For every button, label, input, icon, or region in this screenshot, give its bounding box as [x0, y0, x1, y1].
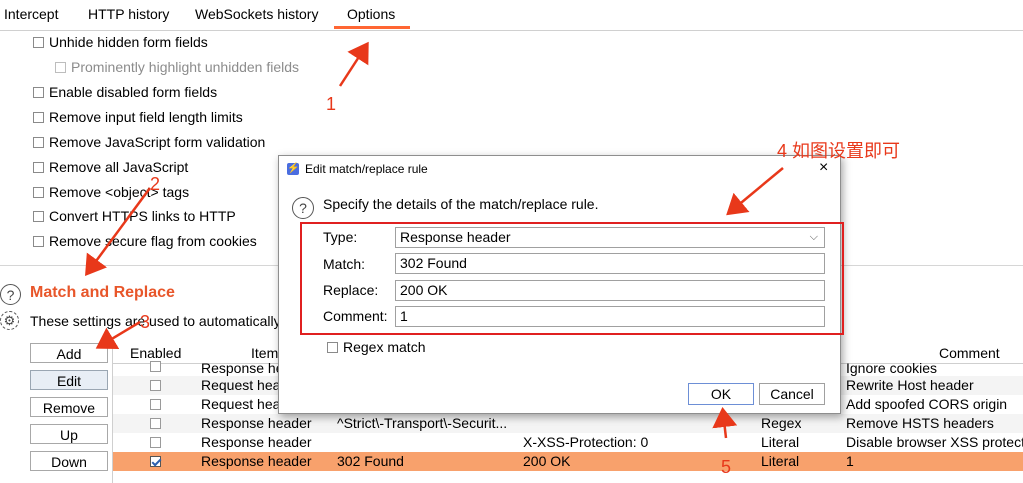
arrow-4 [726, 167, 784, 216]
annotation-step-4: 4 如图设置即可 [777, 141, 901, 161]
annotation-step-2: 2 [150, 174, 161, 194]
annotation-arrows [85, 41, 784, 439]
annotation-step-5: 5 [721, 457, 732, 477]
annotation-step-1: 1 [326, 94, 337, 114]
arrow-2 [85, 187, 152, 277]
arrow-1 [338, 41, 369, 87]
arrow-5 [712, 407, 738, 439]
arrow-3 [95, 320, 141, 350]
annotation-step-3: 3 [140, 312, 151, 332]
